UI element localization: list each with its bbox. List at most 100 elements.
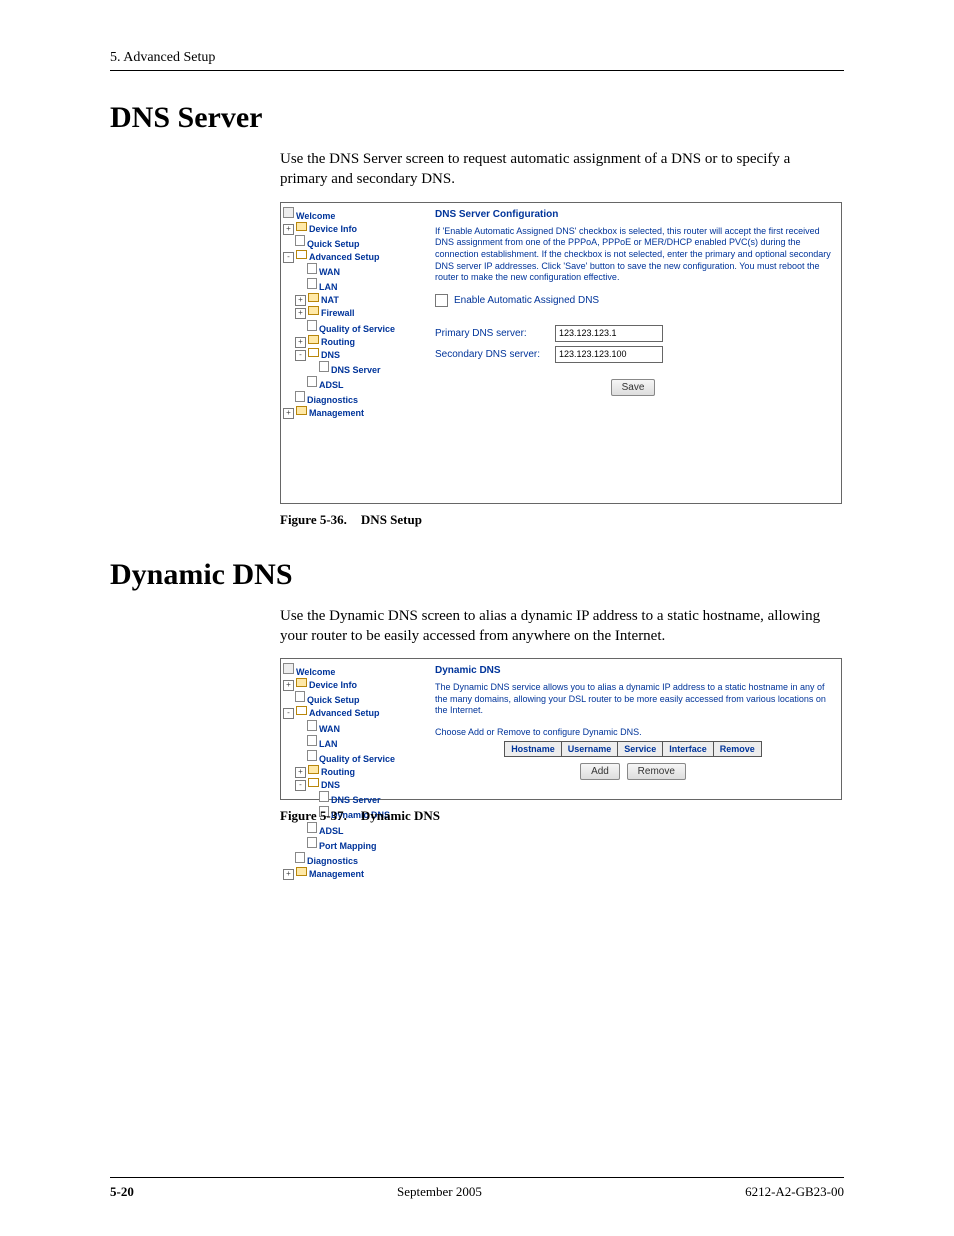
expand-icon[interactable]: + xyxy=(283,869,294,880)
primary-dns-label: Primary DNS server: xyxy=(435,328,555,339)
collapse-icon[interactable]: - xyxy=(283,252,294,263)
nav-firewall[interactable]: Firewall xyxy=(321,308,355,318)
figure-dynamic-dns: Welcome + Device Info Quick Setup - Advanc… xyxy=(280,658,842,800)
figure-dns-setup: Welcome + Device Info Quick Setup - Advanc… xyxy=(280,202,842,504)
page-icon xyxy=(307,735,317,746)
page-icon xyxy=(307,278,317,289)
nav-diagnostics[interactable]: Diagnostics xyxy=(307,856,358,866)
content-panel: DNS Server Configuration If 'Enable Auto… xyxy=(425,203,841,503)
section-heading-dynamic-dns: Dynamic DNS xyxy=(110,558,844,592)
enable-auto-dns-label: Enable Automatic Assigned DNS xyxy=(454,295,599,306)
folder-open-icon xyxy=(296,250,307,259)
page-icon xyxy=(319,791,329,802)
expand-icon[interactable]: + xyxy=(295,295,306,306)
page-number: 5-20 xyxy=(110,1184,134,1200)
save-button[interactable]: Save xyxy=(611,379,656,396)
folder-open-icon xyxy=(308,348,319,357)
nav-routing[interactable]: Routing xyxy=(321,767,355,777)
nav-adsl[interactable]: ADSL xyxy=(319,826,344,836)
nav-dns-server[interactable]: DNS Server xyxy=(331,365,381,375)
section-intro: Use the DNS Server screen to request aut… xyxy=(280,149,840,190)
collapse-icon[interactable]: - xyxy=(295,780,306,791)
expand-icon[interactable]: + xyxy=(295,308,306,319)
nav-port-mapping[interactable]: Port Mapping xyxy=(319,841,377,851)
page-footer: 5-20 September 2005 6212-A2-GB23-00 xyxy=(110,1177,844,1200)
panel-title: DNS Server Configuration xyxy=(435,209,831,220)
nav-routing[interactable]: Routing xyxy=(321,337,355,347)
secondary-dns-input[interactable] xyxy=(555,346,663,363)
panel-title: Dynamic DNS xyxy=(435,665,831,676)
footer-date: September 2005 xyxy=(397,1184,482,1200)
welcome-icon xyxy=(283,207,294,218)
page-icon xyxy=(295,852,305,863)
page-icon xyxy=(307,320,317,331)
page-icon xyxy=(295,391,305,402)
nav-dns-server[interactable]: DNS Server xyxy=(331,795,381,805)
col-interface: Interface xyxy=(663,742,714,757)
nav-lan[interactable]: LAN xyxy=(319,282,338,292)
expand-icon[interactable]: + xyxy=(295,767,306,778)
page-icon xyxy=(307,376,317,387)
collapse-icon[interactable]: - xyxy=(295,350,306,361)
folder-icon xyxy=(308,306,319,315)
nav-device-info[interactable]: Device Info xyxy=(309,224,357,234)
nav-welcome[interactable]: Welcome xyxy=(296,211,335,221)
expand-icon[interactable]: + xyxy=(283,680,294,691)
nav-tree: Welcome + Device Info Quick Setup - Advanc… xyxy=(281,659,425,799)
page-icon xyxy=(307,837,317,848)
nav-qos[interactable]: Quality of Service xyxy=(319,754,395,764)
section-intro: Use the Dynamic DNS screen to alias a dy… xyxy=(280,606,840,647)
add-button[interactable]: Add xyxy=(580,763,620,780)
secondary-dns-label: Secondary DNS server: xyxy=(435,349,555,360)
folder-icon xyxy=(308,293,319,302)
nav-advanced-setup[interactable]: Advanced Setup xyxy=(309,252,380,262)
page-header: 5. Advanced Setup xyxy=(110,50,844,71)
page-icon xyxy=(295,691,305,702)
folder-icon xyxy=(296,867,307,876)
figure-caption: Figure 5-37.Dynamic DNS xyxy=(280,808,844,824)
nav-lan[interactable]: LAN xyxy=(319,739,338,749)
ddns-table: Hostname Username Service Interface Remo… xyxy=(504,741,762,757)
col-hostname: Hostname xyxy=(505,742,562,757)
enable-auto-dns-checkbox[interactable] xyxy=(435,294,448,307)
nav-management[interactable]: Management xyxy=(309,408,364,418)
page-icon xyxy=(319,361,329,372)
nav-management[interactable]: Management xyxy=(309,869,364,879)
nav-device-info[interactable]: Device Info xyxy=(309,680,357,690)
nav-advanced-setup[interactable]: Advanced Setup xyxy=(309,708,380,718)
expand-icon[interactable]: + xyxy=(283,408,294,419)
expand-icon[interactable]: + xyxy=(295,337,306,348)
folder-open-icon xyxy=(308,778,319,787)
folder-icon xyxy=(296,222,307,231)
nav-welcome[interactable]: Welcome xyxy=(296,667,335,677)
nav-wan[interactable]: WAN xyxy=(319,724,340,734)
nav-adsl[interactable]: ADSL xyxy=(319,380,344,390)
welcome-icon xyxy=(283,663,294,674)
nav-qos[interactable]: Quality of Service xyxy=(319,324,395,334)
nav-wan[interactable]: WAN xyxy=(319,267,340,277)
panel-description: The Dynamic DNS service allows you to al… xyxy=(435,682,831,717)
expand-icon[interactable]: + xyxy=(283,224,294,235)
figure-caption: Figure 5-36.DNS Setup xyxy=(280,512,844,528)
nav-dns[interactable]: DNS xyxy=(321,780,340,790)
nav-nat[interactable]: NAT xyxy=(321,295,339,305)
content-panel: Dynamic DNS The Dynamic DNS service allo… xyxy=(425,659,841,799)
col-service: Service xyxy=(618,742,663,757)
section-heading-dns-server: DNS Server xyxy=(110,101,844,135)
page-icon xyxy=(307,720,317,731)
nav-quick-setup[interactable]: Quick Setup xyxy=(307,239,360,249)
primary-dns-input[interactable] xyxy=(555,325,663,342)
folder-icon xyxy=(308,335,319,344)
nav-dns[interactable]: DNS xyxy=(321,350,340,360)
page-icon xyxy=(307,263,317,274)
collapse-icon[interactable]: - xyxy=(283,708,294,719)
page-icon xyxy=(307,750,317,761)
nav-quick-setup[interactable]: Quick Setup xyxy=(307,695,360,705)
panel-instruction: Choose Add or Remove to configure Dynami… xyxy=(435,727,831,737)
remove-button[interactable]: Remove xyxy=(627,763,686,780)
folder-icon xyxy=(296,406,307,415)
col-username: Username xyxy=(561,742,618,757)
nav-diagnostics[interactable]: Diagnostics xyxy=(307,395,358,405)
page-icon xyxy=(295,235,305,246)
folder-icon xyxy=(308,765,319,774)
